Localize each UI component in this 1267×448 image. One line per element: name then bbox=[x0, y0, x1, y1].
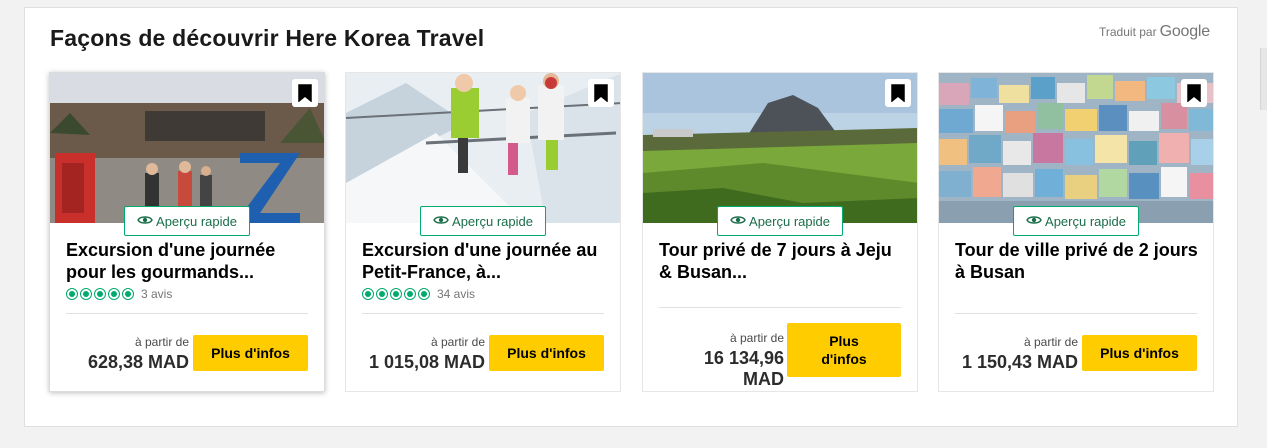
save-to-trip-button[interactable] bbox=[292, 79, 318, 107]
quick-view-label: Aperçu rapide bbox=[452, 213, 533, 229]
review-count[interactable]: 34 avis bbox=[437, 287, 475, 301]
rating-bubble-icon bbox=[404, 288, 416, 300]
divider bbox=[66, 313, 308, 314]
quick-view-button[interactable]: Aperçu rapide bbox=[124, 206, 250, 236]
divider bbox=[362, 313, 604, 314]
product-card[interactable]: Aperçu rapide Tour privé de 7 jours à Je… bbox=[642, 72, 918, 392]
translated-by-label: Traduit par bbox=[1099, 25, 1157, 39]
rating-bubble-icon bbox=[80, 288, 92, 300]
more-info-button[interactable]: Plus d'infos bbox=[1082, 335, 1197, 371]
price-block: à partir de 16 134,96 MAD bbox=[659, 331, 784, 390]
product-card[interactable]: Aperçu rapide Tour de ville privé de 2 j… bbox=[938, 72, 1214, 392]
rating-bubble-icon bbox=[94, 288, 106, 300]
price: 16 134,96 MAD bbox=[703, 348, 784, 389]
quick-view-label: Aperçu rapide bbox=[1045, 213, 1126, 229]
page-scrollbar[interactable] bbox=[1260, 48, 1267, 110]
product-image[interactable] bbox=[50, 73, 324, 223]
product-title[interactable]: Tour de ville privé de 2 jours à Busan bbox=[955, 239, 1205, 283]
from-label: à partir de bbox=[1023, 335, 1078, 349]
more-info-button[interactable]: Plus d'infos bbox=[193, 335, 308, 371]
price-block: à partir de 1 015,08 MAD bbox=[362, 335, 485, 373]
more-info-label: Plus d'infos bbox=[821, 333, 867, 367]
quick-view-button[interactable]: Aperçu rapide bbox=[717, 206, 843, 236]
rating-bubble-icon bbox=[362, 288, 374, 300]
rating: 3 avis bbox=[66, 287, 172, 301]
eye-icon bbox=[137, 214, 153, 229]
section-title: Façons de découvrir Here Korea Travel bbox=[50, 25, 485, 51]
more-info-button[interactable]: Plus d'infos bbox=[787, 323, 901, 377]
rating-bubble-icon bbox=[418, 288, 430, 300]
more-info-button[interactable]: Plus d'infos bbox=[489, 335, 604, 371]
price-block: à partir de 1 150,43 MAD bbox=[955, 335, 1078, 373]
rating-bubble-icon bbox=[122, 288, 134, 300]
price-block: à partir de 628,38 MAD bbox=[66, 335, 189, 373]
rating-bubble-icon bbox=[108, 288, 120, 300]
product-image[interactable] bbox=[939, 73, 1213, 223]
divider bbox=[955, 313, 1197, 314]
bookmark-icon bbox=[594, 84, 608, 102]
product-card[interactable]: Aperçu rapide Excursion d'une journée po… bbox=[49, 72, 325, 392]
quick-view-button[interactable]: Aperçu rapide bbox=[1013, 206, 1139, 236]
save-to-trip-button[interactable] bbox=[588, 79, 614, 107]
product-image[interactable] bbox=[643, 73, 917, 223]
divider bbox=[659, 307, 901, 308]
rating-bubble-icon bbox=[376, 288, 388, 300]
google-logo: Google bbox=[1159, 23, 1211, 40]
rating-bubble-icon bbox=[66, 288, 78, 300]
price: 628,38 MAD bbox=[87, 352, 189, 372]
price: 1 015,08 MAD bbox=[368, 352, 485, 372]
from-label: à partir de bbox=[729, 331, 784, 345]
bookmark-icon bbox=[891, 84, 905, 102]
product-card[interactable]: Aperçu rapide Excursion d'une journée au… bbox=[345, 72, 621, 392]
bookmark-icon bbox=[298, 84, 312, 102]
from-label: à partir de bbox=[430, 335, 485, 349]
quick-view-label: Aperçu rapide bbox=[156, 213, 237, 229]
rating-bubble-icon bbox=[390, 288, 402, 300]
product-image[interactable] bbox=[346, 73, 620, 223]
save-to-trip-button[interactable] bbox=[885, 79, 911, 107]
eye-icon bbox=[433, 214, 449, 229]
product-title[interactable]: Excursion d'une journée pour les gourman… bbox=[66, 239, 316, 283]
translated-by-google: Traduit par Google bbox=[1099, 23, 1210, 41]
rating: 34 avis bbox=[362, 287, 475, 301]
eye-icon bbox=[730, 214, 746, 229]
product-title[interactable]: Excursion d'une journée au Petit-France,… bbox=[362, 239, 612, 283]
eye-icon bbox=[1026, 214, 1042, 229]
price: 1 150,43 MAD bbox=[961, 352, 1078, 372]
from-label: à partir de bbox=[134, 335, 189, 349]
review-count[interactable]: 3 avis bbox=[141, 287, 172, 301]
quick-view-button[interactable]: Aperçu rapide bbox=[420, 206, 546, 236]
save-to-trip-button[interactable] bbox=[1181, 79, 1207, 107]
bookmark-icon bbox=[1187, 84, 1201, 102]
quick-view-label: Aperçu rapide bbox=[749, 213, 830, 229]
product-title[interactable]: Tour privé de 7 jours à Jeju & Busan... bbox=[659, 239, 909, 283]
